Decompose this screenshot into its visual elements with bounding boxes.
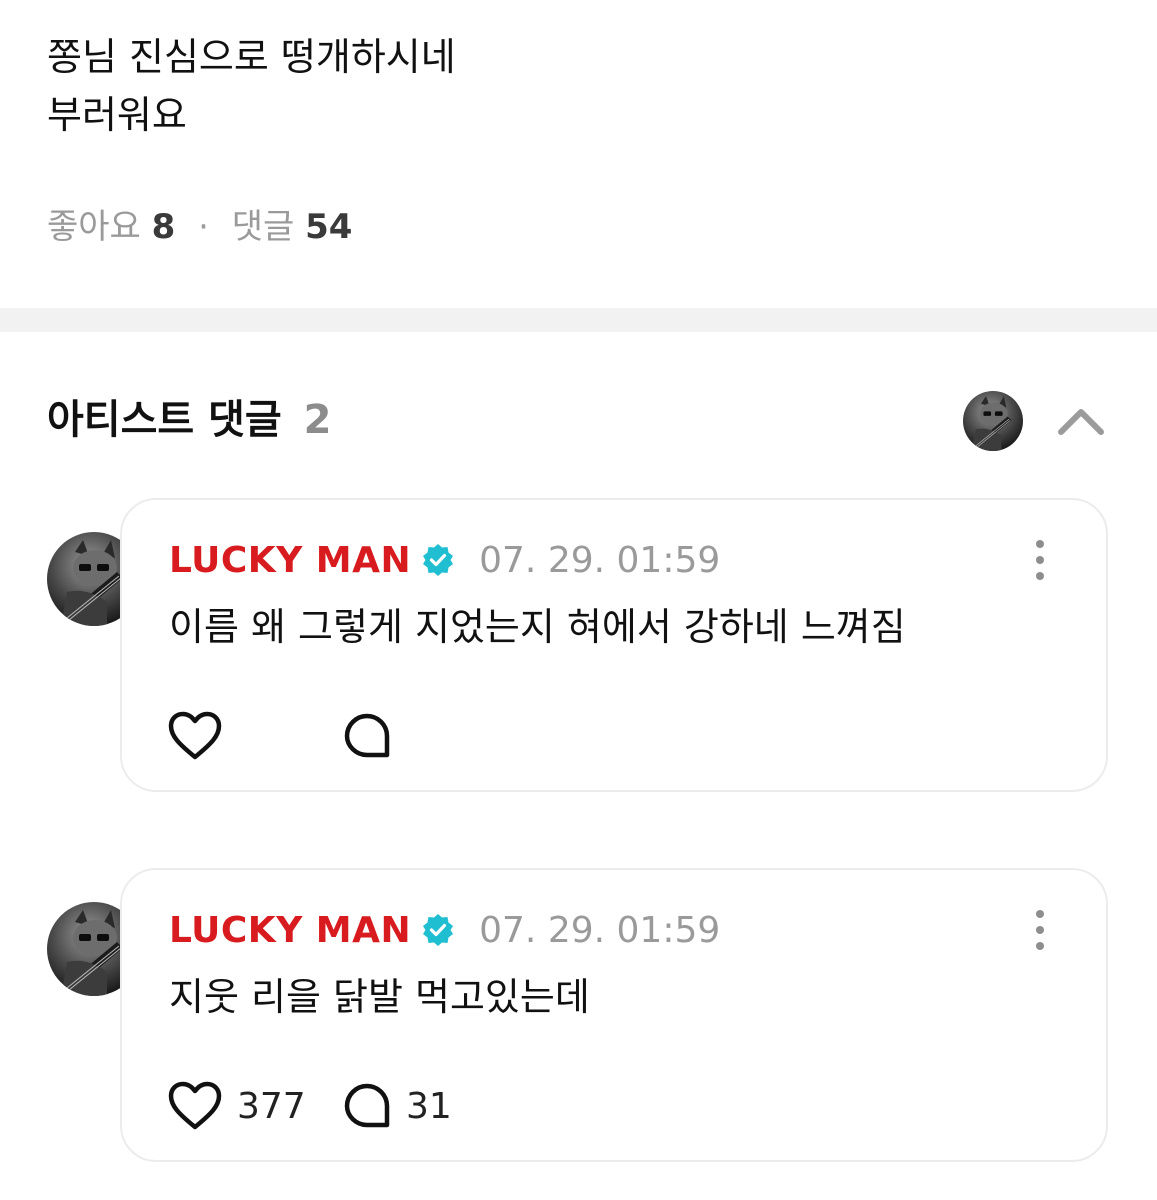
like-button[interactable] [167, 711, 342, 761]
reply-count: 31 [406, 1085, 452, 1127]
post-stats: 좋아요 8 · 댓글 54 [47, 203, 352, 251]
comment-text: 이름 왜 그렇게 지었는지 혀에서 강하네 느껴짐 [169, 605, 906, 649]
speech-bubble-icon [344, 1083, 390, 1128]
comment-time: 07. 29. 01:59 [479, 539, 721, 581]
comment-author[interactable]: LUCKY MAN [169, 910, 411, 951]
comment-card: LUCKY MAN 07. 29. 01:59 이름 왜 그렇게 지었는지 혀에… [120, 498, 1108, 792]
like-button[interactable]: 377 [167, 1081, 342, 1131]
heart-icon [168, 1081, 222, 1130]
comment-card: LUCKY MAN 07. 29. 01:59 지웃 리을 닭발 먹고있는데 3… [120, 868, 1108, 1162]
comments-label: 댓글 [231, 207, 295, 247]
chevron-up-icon[interactable] [1055, 398, 1107, 442]
verified-badge-icon [421, 913, 455, 947]
comment-header: LUCKY MAN 07. 29. 01:59 [169, 536, 720, 584]
likes-count: 8 [151, 207, 176, 247]
section-divider [0, 308, 1157, 332]
artist-comments-label: 아티스트 댓글 [47, 397, 282, 443]
comment-actions [167, 708, 406, 764]
comment-header: LUCKY MAN 07. 29. 01:59 [169, 906, 720, 954]
speech-bubble-icon [344, 713, 390, 758]
post-body-line-1: 쫑님 진심으로 떵개하시네 [47, 35, 456, 79]
reply-button[interactable]: 31 [342, 1081, 452, 1131]
comments-count: 54 [305, 207, 353, 247]
heart-icon [168, 711, 222, 760]
post-body-line-2: 부러워요 [47, 93, 187, 137]
artist-comments-title: 아티스트 댓글 2 [47, 390, 332, 450]
stats-separator: · [198, 207, 209, 247]
likes-label: 좋아요 [47, 207, 141, 247]
comment-text: 지웃 리을 닭발 먹고있는데 [169, 975, 590, 1019]
comment-time: 07. 29. 01:59 [479, 909, 721, 951]
verified-badge-icon [421, 543, 455, 577]
more-options-icon[interactable] [1028, 908, 1052, 952]
post-body: 쫑님 진심으로 떵개하시네 부러워요 [47, 28, 456, 144]
reply-button[interactable] [342, 711, 406, 761]
like-count: 377 [237, 1085, 306, 1127]
more-options-icon[interactable] [1028, 538, 1052, 582]
comment-actions: 377 31 [167, 1078, 452, 1134]
artist-comments-count: 2 [303, 397, 332, 443]
artist-avatar[interactable] [963, 391, 1023, 451]
comment-author[interactable]: LUCKY MAN [169, 540, 411, 581]
